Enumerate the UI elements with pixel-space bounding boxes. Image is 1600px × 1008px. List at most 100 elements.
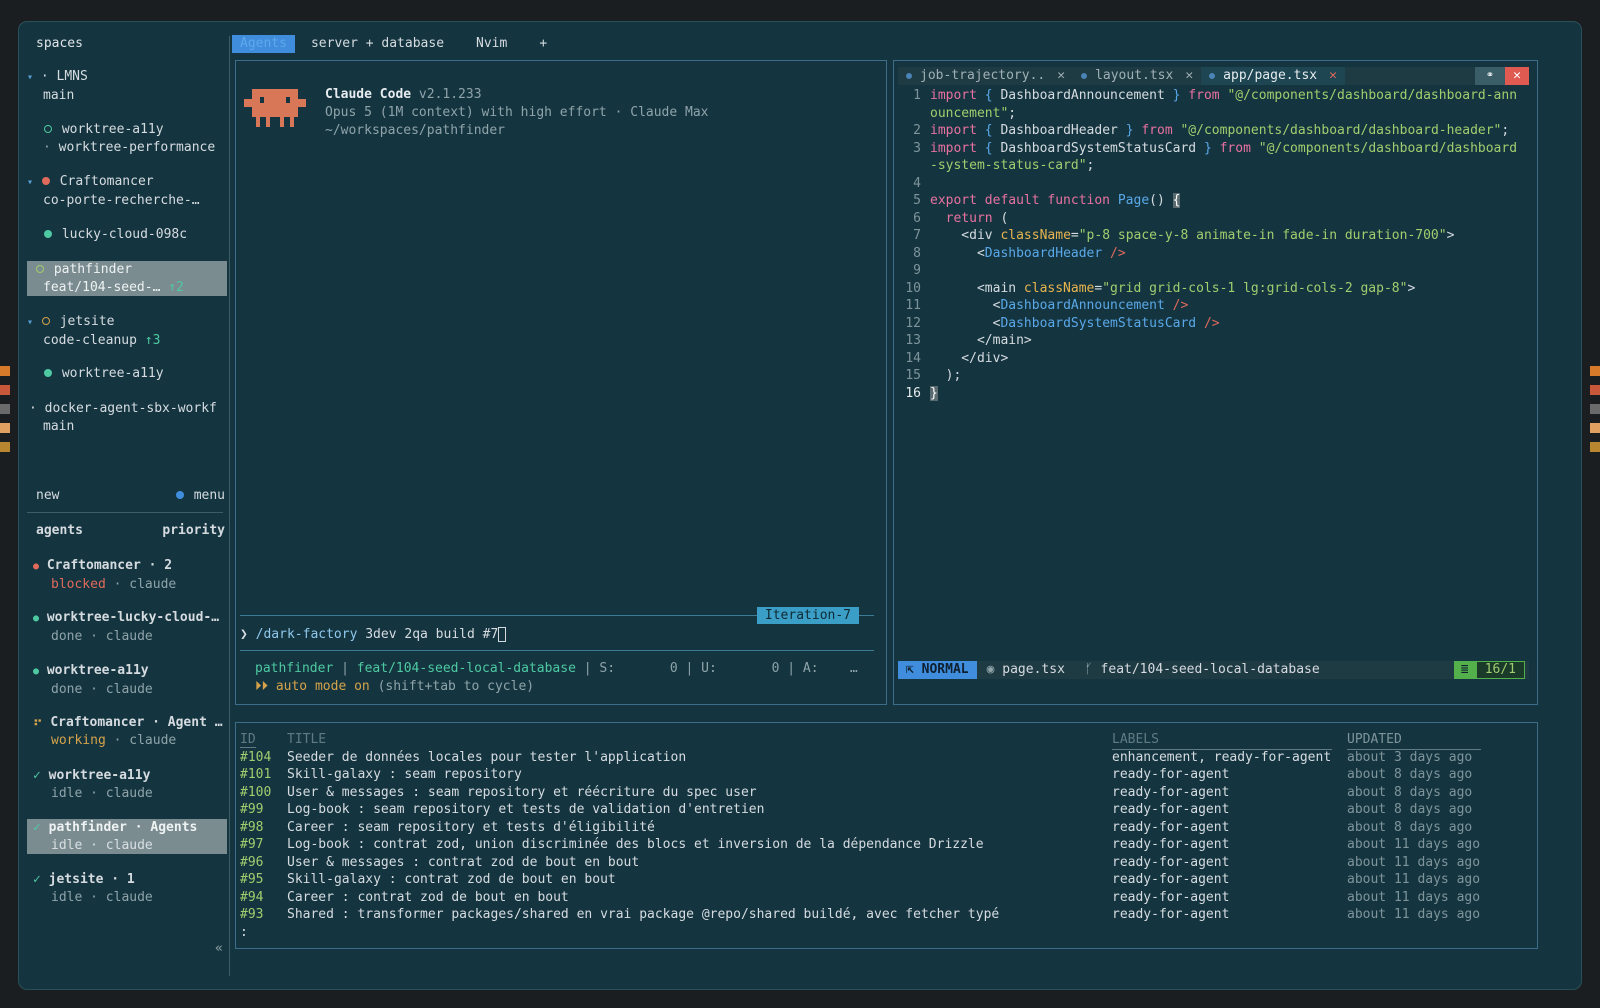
expand-caret-icon[interactable]: ▾	[27, 72, 33, 83]
issue-id: #96	[240, 854, 264, 870]
done-dot-icon	[44, 230, 52, 238]
edge-mark	[1590, 385, 1600, 395]
toggle-icon[interactable]: ⚭	[1475, 67, 1505, 85]
ahead-badge: ↑3	[144, 332, 161, 348]
issues-table: ID TITLE LABELS UPDATED #104 Seeder de do…	[240, 731, 1529, 941]
issue-labels: ready-for-agent	[1112, 889, 1230, 905]
workspace-worktree-a11y[interactable]: worktree-a11y · worktree-performance	[27, 121, 227, 157]
code-line: 8 <DashboardHeader />	[913, 245, 1126, 261]
file-dot-icon	[1209, 73, 1216, 79]
check-icon: ✓	[33, 820, 41, 835]
agent-status: idle	[51, 785, 83, 801]
table-row[interactable]: #95 Skill-galaxy : contrat zod de bout en…	[240, 871, 1529, 889]
workspace-lucky-cloud[interactable]: lucky-cloud-098c	[27, 226, 227, 244]
agent-item[interactable]: ● worktree-lucky-cloud-… done · claude	[27, 609, 227, 646]
table-row[interactable]: #99 Log-book : seam repository et tests d…	[240, 801, 1529, 819]
done-icon: ●	[33, 613, 40, 624]
workspace-worktree-a11y-2[interactable]: worktree-a11y	[27, 365, 227, 383]
agent-tool: claude	[129, 732, 177, 748]
editor-pane[interactable]: job-trajectory.. ✕ layout.tsx ✕ app/page.t…	[893, 60, 1538, 705]
issue-title: Log-book : seam repository et tests de v…	[287, 802, 765, 817]
code-line: -system-status-card";	[930, 158, 1095, 173]
collapse-sidebar-icon[interactable]: «	[215, 940, 223, 958]
blocked-icon: ●	[33, 561, 40, 572]
prompt-input[interactable]: ❯ /dark-factory 3dev 2qa build #7	[240, 626, 507, 644]
issue-rows: #104 Seeder de données locales pour teste…	[240, 749, 1529, 924]
claude-pane[interactable]: Claude Code v2.1.233 Opus 5 (1M context)…	[235, 60, 887, 705]
tab-agents[interactable]: Agents	[232, 35, 295, 53]
agent-name: worktree-a11y	[48, 768, 151, 783]
prompt-divider	[240, 650, 874, 651]
close-icon[interactable]: ✕	[1329, 67, 1337, 85]
agent-item[interactable]: ● worktree-a11y done · claude	[27, 662, 227, 699]
code-buffer[interactable]: 1 import { DashboardAnnouncement } from "…	[898, 87, 1529, 402]
agent-name: Craftomancer · Agent …	[50, 715, 223, 730]
check-icon: ✓	[33, 872, 41, 887]
table-row[interactable]: #98 Career : seam repository et tests d'é…	[240, 819, 1529, 837]
workspace-docker-agent[interactable]: · docker-agent-sbx-workf main	[27, 400, 227, 436]
workspace-jetsite[interactable]: ▾ jetsite code-cleanup ↑3	[27, 313, 227, 350]
table-row[interactable]: #93 Shared : transformer packages/shared …	[240, 906, 1529, 924]
status-counters: | S: 0 | U: 0 | A: …	[575, 661, 858, 676]
agent-item[interactable]: ✓ worktree-a11y idle · claude	[27, 767, 227, 803]
terminal-window: spaces ▾ · LMNS main worktree-a11y · wor…	[18, 21, 1582, 990]
workspace-name: Craftomancer	[59, 174, 154, 189]
status-branch: feat/104-seed-local-database	[356, 661, 576, 676]
working-directory: ~/workspaces/pathfinder	[325, 122, 506, 138]
workspace-pathfinder[interactable]: pathfinder feat/104-seed-… ↑2	[27, 261, 227, 296]
table-row[interactable]: #97 Log-book : contrat zod, union discrim…	[240, 836, 1529, 854]
claude-header: Claude Code v2.1.233 Opus 5 (1M context)…	[325, 86, 709, 139]
expand-caret-icon[interactable]: ▾	[27, 317, 33, 328]
issue-labels: ready-for-agent	[1112, 819, 1230, 835]
tab-server-database[interactable]: server + database	[303, 35, 452, 53]
issue-updated: about 11 days ago	[1347, 872, 1481, 887]
issues-pane[interactable]: ID TITLE LABELS UPDATED #104 Seeder de do…	[235, 722, 1538, 949]
expand-caret-icon[interactable]: ▾	[27, 177, 33, 188]
edge-mark	[0, 385, 10, 395]
close-window-icon[interactable]: ✕	[1505, 67, 1529, 85]
table-row[interactable]: #101 Skill-galaxy : seam repository ready-…	[240, 766, 1529, 784]
menu-button[interactable]: menu	[175, 487, 225, 505]
close-icon[interactable]: ✕	[1185, 67, 1193, 85]
agent-tool: claude	[105, 681, 153, 697]
agent-item[interactable]: ⠖ Craftomancer · Agent … working · claud…	[27, 714, 227, 750]
column-header: LABELS	[1112, 731, 1332, 750]
new-tab-button[interactable]: +	[531, 35, 555, 53]
workspace-lmns[interactable]: ▾ · LMNS main	[27, 68, 227, 105]
issue-updated: about 8 days ago	[1347, 802, 1473, 817]
priority-sort[interactable]: priority	[162, 522, 225, 540]
close-icon[interactable]: ✕	[1057, 67, 1065, 85]
command-prompt[interactable]: :	[240, 924, 1529, 942]
blocked-dot-icon	[41, 177, 50, 185]
ahead-badge: ↑2	[168, 279, 184, 295]
code-line: 14 </div>	[905, 350, 1009, 366]
agent-name: pathfinder · Agents	[48, 820, 198, 835]
workspace-branch: main	[43, 87, 75, 103]
table-row[interactable]: #100 User & messages : seam repository et…	[240, 784, 1529, 802]
auto-mode-line: ⏵⏵ auto mode on (shift+tab to cycle)	[255, 678, 534, 696]
editor-tabbar: job-trajectory.. ✕ layout.tsx ✕ app/page.t…	[898, 67, 1529, 85]
claude-mascot-icon	[244, 89, 306, 127]
workspace-craftomancer[interactable]: ▾ Craftomancer co-porte-recherche-…	[27, 173, 227, 210]
editor-tab-active[interactable]: app/page.tsx ✕	[1201, 67, 1345, 85]
table-row[interactable]: #94 Career : contrat zod de bout en bout r…	[240, 889, 1529, 907]
editor-tab[interactable]: layout.tsx ✕	[1073, 67, 1201, 85]
table-row[interactable]: #96 User & messages : contrat zod de bout…	[240, 854, 1529, 872]
agent-item[interactable]: ● Craftomancer · 2 blocked · claude	[27, 557, 227, 594]
separator: ·	[82, 785, 106, 801]
mode-icon: ⇱	[906, 662, 914, 677]
status-repo: pathfinder	[255, 661, 334, 676]
agent-item[interactable]: ✓ jetsite · 1 idle · claude	[27, 871, 227, 907]
edge-mark	[0, 404, 10, 414]
auto-mode-hint: (shift+tab to cycle)	[369, 679, 535, 694]
tab-nvim[interactable]: Nvim	[468, 35, 515, 53]
agent-item-selected[interactable]: ✓ pathfinder · Agents idle · claude	[27, 819, 227, 854]
editor-tab[interactable]: job-trajectory.. ✕	[898, 67, 1073, 85]
workspace-name: docker-agent-sbx-workf	[44, 401, 217, 416]
vim-mode: ⇱ NORMAL	[898, 661, 977, 679]
table-header: ID TITLE LABELS UPDATED	[240, 731, 1529, 750]
edge-mark	[1590, 404, 1600, 414]
table-row[interactable]: #104 Seeder de données locales pour teste…	[240, 749, 1529, 767]
issue-updated: about 11 days ago	[1347, 854, 1481, 870]
new-button[interactable]: new	[36, 487, 59, 505]
